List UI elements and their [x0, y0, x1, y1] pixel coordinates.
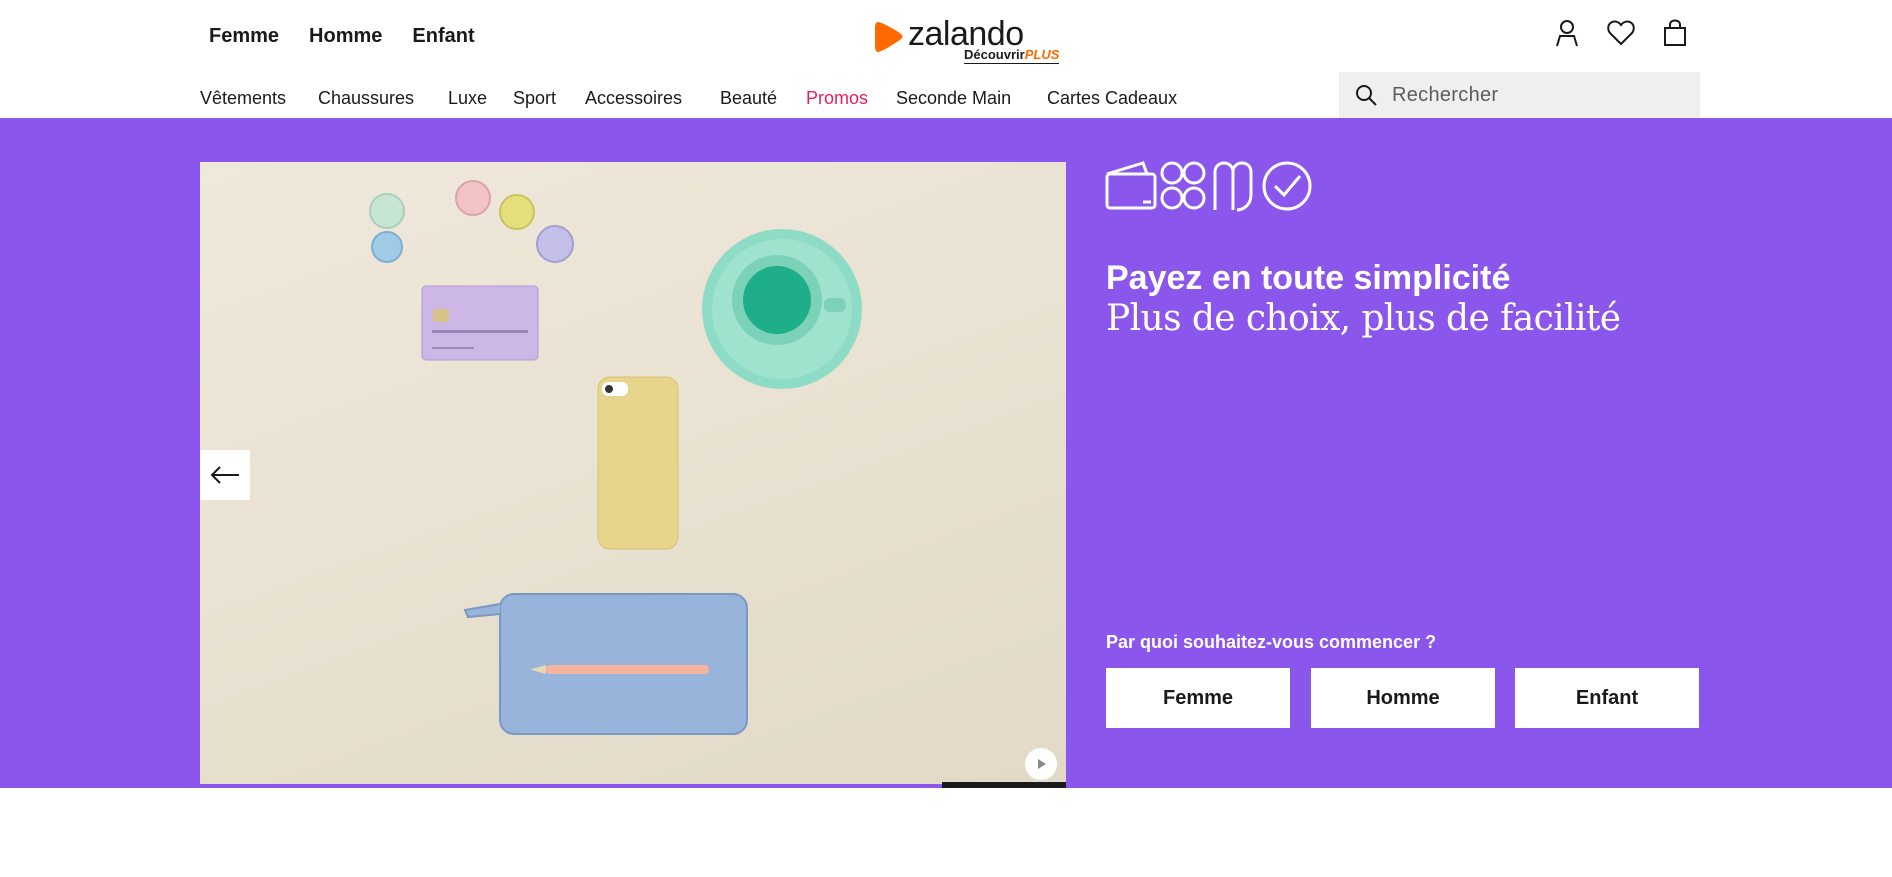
bag-icon[interactable]	[1660, 18, 1690, 48]
cta-femme-button[interactable]: Femme	[1106, 668, 1290, 728]
heart-icon[interactable]	[1606, 18, 1636, 48]
hero-title: Payez en toute simplicité	[1106, 259, 1511, 297]
payment-methods-icons	[1105, 161, 1312, 212]
hero-image[interactable]	[200, 162, 1066, 784]
video-play-button[interactable]	[1025, 748, 1057, 780]
category-sport[interactable]: Sport	[513, 86, 556, 110]
installments-icon	[1160, 161, 1206, 210]
hero-banner: Payez en toute simplicité Plus de choix,…	[0, 118, 1892, 788]
carousel-prev-button[interactable]	[200, 450, 250, 500]
category-luxe[interactable]: Luxe	[448, 86, 487, 110]
zalando-logo[interactable]: zalando DécouvrirPLUS	[874, 16, 1064, 64]
gender-link-femme[interactable]: Femme	[209, 22, 279, 50]
check-circle-icon	[1262, 161, 1312, 211]
hero-question: Par quoi souhaitez-vous commencer ?	[1106, 632, 1437, 652]
category-accessoires[interactable]: Accessoires	[585, 86, 682, 110]
arrow-left-icon	[210, 466, 239, 484]
category-vetements[interactable]: Vêtements	[200, 86, 286, 110]
cta-enfant-button[interactable]: Enfant	[1515, 668, 1699, 728]
wallet-icon	[1105, 161, 1157, 210]
search-input[interactable]	[1392, 83, 1682, 107]
category-promos[interactable]: Promos	[806, 86, 868, 110]
logo-tagline-plus: PLUS	[1024, 47, 1060, 62]
play-icon	[1038, 759, 1046, 769]
gender-link-homme[interactable]: Homme	[309, 22, 382, 50]
zalando-logo-icon	[875, 22, 903, 52]
cta-homme-button[interactable]: Homme	[1311, 668, 1495, 728]
search-icon	[1356, 85, 1377, 106]
gender-nav: Femme Homme Enfant	[209, 22, 505, 50]
category-seconde-main[interactable]: Seconde Main	[896, 86, 1011, 110]
search-bar[interactable]	[1339, 72, 1700, 118]
carousel-progress-indicator	[942, 782, 1066, 788]
header-icons	[1552, 18, 1690, 48]
category-cartes-cadeaux[interactable]: Cartes Cadeaux	[1047, 86, 1177, 110]
logo-tagline: DécouvrirPLUS	[964, 47, 1060, 64]
gender-link-enfant[interactable]: Enfant	[412, 22, 474, 50]
split-icon	[1213, 161, 1253, 212]
logo-tagline-prefix: Découvrir	[964, 47, 1025, 62]
category-beaute[interactable]: Beauté	[720, 86, 777, 110]
site-header: Femme Homme Enfant zalando DécouvrirPLUS	[0, 0, 1892, 118]
category-chaussures[interactable]: Chaussures	[318, 86, 414, 110]
user-icon[interactable]	[1552, 18, 1582, 48]
hero-photo-illustration	[369, 180, 862, 735]
hero-subtitle: Plus de choix, plus de facilité	[1106, 298, 1621, 339]
